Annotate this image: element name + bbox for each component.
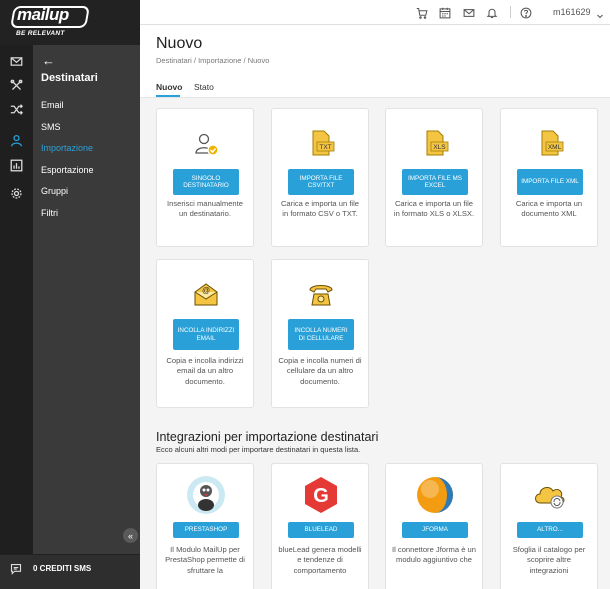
- cloud-sync-icon: [532, 477, 568, 513]
- user-check-icon: [192, 131, 220, 159]
- chat-icon: [10, 563, 22, 575]
- chevron-down-icon[interactable]: [596, 7, 604, 19]
- import-card-csv[interactable]: TXT IMPORTA FILE CSV/TXT Carica e import…: [271, 108, 369, 247]
- nav-item-importazione[interactable]: Importazione: [41, 143, 93, 153]
- singolo-destinatario-button[interactable]: SINGOLO DESTINATARIO: [173, 169, 239, 195]
- jforma-logo-icon: [415, 475, 455, 515]
- email-envelope-icon: @: [192, 280, 220, 308]
- nav-item-email[interactable]: Email: [41, 100, 64, 110]
- nav-title: Destinatari: [41, 72, 98, 84]
- mail-icon[interactable]: [463, 6, 475, 18]
- card-description: Carica e importa un documento XML: [515, 199, 583, 219]
- importa-excel-button[interactable]: IMPORTA FILE MS EXCEL: [402, 169, 468, 195]
- gear-icon[interactable]: [8, 185, 24, 201]
- txt-file-icon: TXT: [307, 129, 335, 157]
- user-menu[interactable]: m161629: [553, 7, 591, 17]
- import-card-paste-email[interactable]: @ INCOLLA INDIRIZZI EMAIL Copia e incoll…: [156, 259, 254, 408]
- svg-text:TXT: TXT: [319, 144, 331, 151]
- import-card-xml[interactable]: XML IMPORTA FILE XML Carica e importa un…: [500, 108, 598, 247]
- integration-card-prestashop[interactable]: PRESTASHOP Il Modulo MailUp per PrestaSh…: [156, 463, 254, 589]
- icon-rail: [0, 45, 33, 554]
- card-description: Carica e importa un file in formato CSV …: [280, 199, 360, 219]
- cart-icon[interactable]: [416, 6, 428, 19]
- shuffle-icon[interactable]: [8, 101, 24, 117]
- nav-item-gruppi[interactable]: Gruppi: [41, 186, 68, 196]
- xls-file-icon: XLS: [421, 129, 449, 157]
- nav-item-filtri[interactable]: Filtri: [41, 208, 58, 218]
- section-nav: ← Destinatari Email SMS Importazione Esp…: [33, 45, 140, 554]
- calendar-icon[interactable]: [439, 6, 451, 19]
- tools-icon[interactable]: [8, 77, 24, 93]
- jforma-button[interactable]: JFORMA: [402, 522, 468, 538]
- page-title: Nuovo: [156, 35, 203, 52]
- bluelead-button[interactable]: BLUELEAD: [288, 522, 354, 538]
- collapse-sidebar-button[interactable]: «: [123, 528, 138, 543]
- card-description: Copia e incolla indirizzi email da un al…: [166, 356, 244, 386]
- card-description: Il Modulo MailUp per PrestaShop permette…: [165, 545, 245, 575]
- svg-text:@: @: [202, 286, 210, 295]
- integrations-subtitle: Ecco alcuni altri modi per importare des…: [156, 445, 361, 454]
- logo-text: mailup: [17, 5, 69, 24]
- integrations-title: Integrazioni per importazione destinatar…: [156, 430, 379, 444]
- topbar-divider: [510, 6, 511, 18]
- top-bar: m161629: [140, 0, 610, 25]
- importa-csv-button[interactable]: IMPORTA FILE CSV/TXT: [288, 169, 354, 195]
- active-tab-indicator: [156, 95, 180, 97]
- page-header: Nuovo Destinatari / Importazione / Nuovo…: [140, 25, 610, 98]
- svg-text:G: G: [313, 485, 329, 507]
- svg-text:XML: XML: [548, 144, 562, 151]
- xml-file-icon: XML: [536, 129, 564, 157]
- sms-credits-label: 0 CREDITI SMS: [33, 564, 92, 573]
- incolla-numeri-button[interactable]: INCOLLA NUMERI DI CELLULARE: [288, 319, 354, 350]
- integration-card-jforma[interactable]: JFORMA Il connettore Jforma è un modulo …: [385, 463, 483, 589]
- breadcrumb: Destinatari / Importazione / Nuovo: [156, 56, 270, 65]
- back-arrow-icon[interactable]: ←: [42, 53, 55, 68]
- nav-item-esportazione[interactable]: Esportazione: [41, 165, 94, 175]
- tab-nuovo[interactable]: Nuovo: [156, 82, 182, 92]
- bluelead-logo-icon: G: [301, 475, 341, 515]
- card-description: blueLead genera modelli e tendenze di co…: [278, 545, 362, 575]
- integration-card-bluelead[interactable]: G BLUELEAD blueLead genera modelli e ten…: [271, 463, 369, 589]
- importa-xml-button[interactable]: IMPORTA FILE XML: [517, 169, 583, 195]
- integration-card-altro[interactable]: ALTRO... Sfoglia il catalogo per scoprir…: [500, 463, 598, 589]
- svg-text:XLS: XLS: [433, 144, 446, 151]
- sms-credits-bar[interactable]: 0 CREDITI SMS: [0, 554, 140, 589]
- help-icon[interactable]: [520, 6, 532, 19]
- nav-item-sms[interactable]: SMS: [41, 122, 61, 132]
- logo-tagline: BE RELEVANT: [16, 30, 65, 37]
- import-card-excel[interactable]: XLS IMPORTA FILE MS EXCEL Carica e impor…: [385, 108, 483, 247]
- card-description: Sfoglia il catalogo per scoprire altre i…: [512, 545, 586, 575]
- telephone-icon: [307, 280, 335, 308]
- mailup-logo[interactable]: mailup BE RELEVANT: [0, 0, 140, 45]
- statistics-icon[interactable]: [8, 157, 24, 173]
- user-icon[interactable]: [8, 132, 24, 148]
- card-description: Inserisci manualmente un destinatario.: [167, 199, 243, 219]
- bell-icon[interactable]: [486, 6, 498, 19]
- card-description: Il connettore Jforma è un modulo aggiunt…: [392, 545, 476, 565]
- prestashop-button[interactable]: PRESTASHOP: [173, 522, 239, 538]
- prestashop-logo-icon: [186, 475, 226, 515]
- envelope-icon[interactable]: [8, 53, 24, 69]
- incolla-email-button[interactable]: INCOLLA INDIRIZZI EMAIL: [173, 319, 239, 350]
- altro-button[interactable]: ALTRO...: [517, 522, 583, 538]
- card-description: Copia e incolla numeri di cellulare da u…: [278, 356, 362, 386]
- import-card-single[interactable]: SINGOLO DESTINATARIO Inserisci manualmen…: [156, 108, 254, 247]
- card-description: Carica e importa un file in formato XLS …: [393, 199, 475, 219]
- tab-stato[interactable]: Stato: [194, 82, 214, 92]
- import-card-paste-phone[interactable]: INCOLLA NUMERI DI CELLULARE Copia e inco…: [271, 259, 369, 408]
- left-sidebar: mailup BE RELEVANT ← Destinatari Email S…: [0, 0, 140, 589]
